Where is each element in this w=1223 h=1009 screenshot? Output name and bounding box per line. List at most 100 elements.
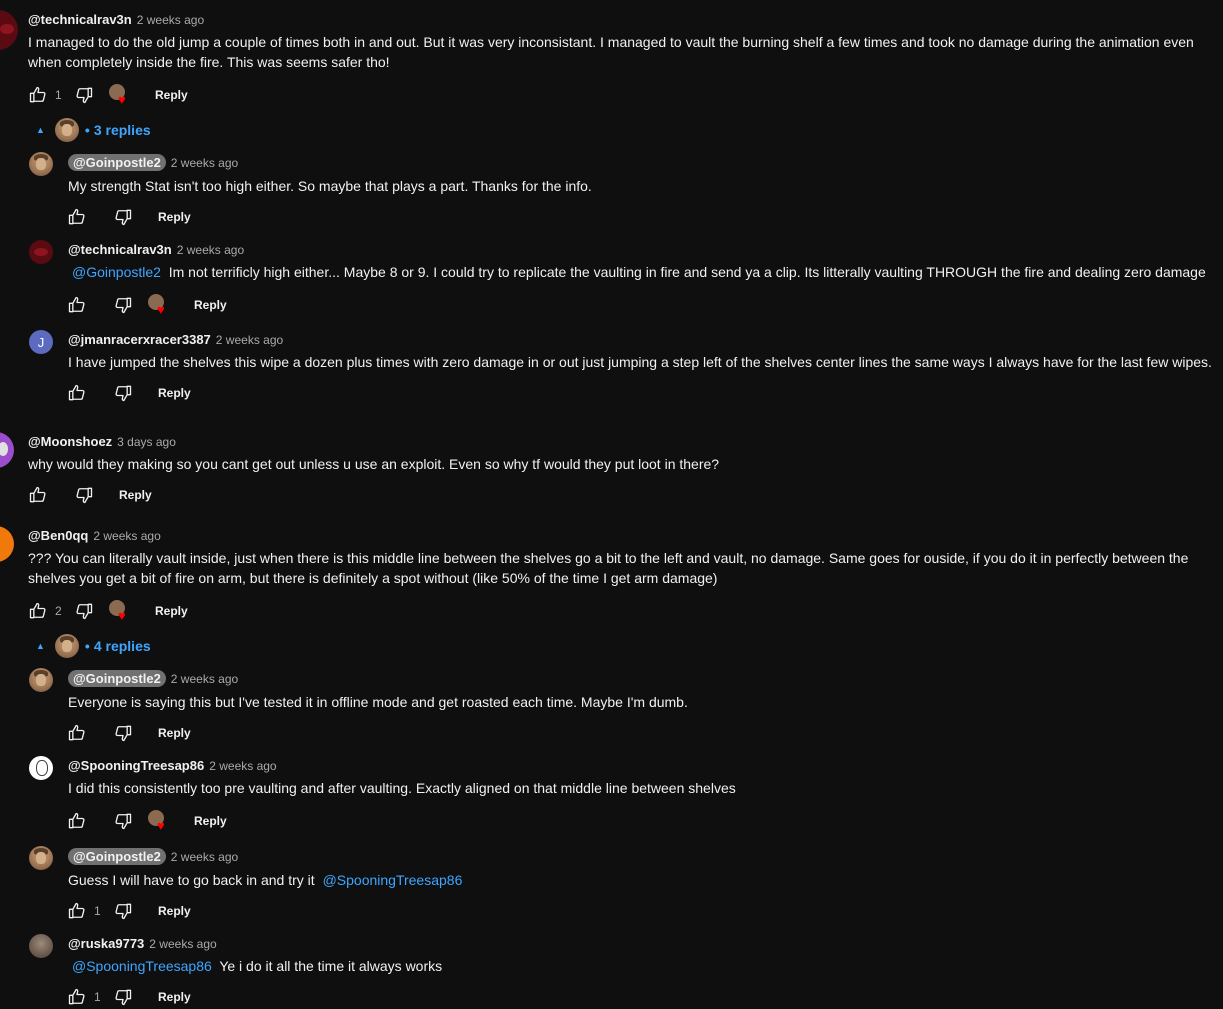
dislike-button[interactable]	[73, 600, 95, 622]
avatar[interactable]	[0, 10, 18, 50]
reply-message: Guess I will have to go back in and try …	[68, 872, 319, 888]
thumb-down-icon	[113, 295, 133, 315]
creator-handle-badge[interactable]: @Goinpostle2	[68, 848, 166, 865]
comment-time[interactable]: 3 days ago	[117, 435, 176, 449]
avatar[interactable]	[29, 756, 53, 780]
comment-author[interactable]: @SpooningTreesap86	[68, 758, 204, 773]
reply-message: Ye i do it all the time it always works	[219, 958, 443, 974]
comment-text: why would they making so you cant get ou…	[28, 456, 720, 472]
thumb-down-icon	[113, 811, 133, 831]
comment-time[interactable]: 2 weeks ago	[171, 672, 238, 686]
comment-time[interactable]: 2 weeks ago	[209, 759, 276, 773]
like-button[interactable]	[27, 84, 49, 106]
reply-text: I have jumped the shelves this wipe a do…	[68, 354, 1212, 370]
thumb-up-icon	[28, 601, 48, 621]
thumb-up-icon	[67, 207, 87, 227]
comment-time[interactable]: 2 weeks ago	[149, 937, 216, 951]
creator-heart-icon: ♥	[109, 600, 131, 622]
dislike-button[interactable]	[112, 722, 134, 744]
like-count: 2	[55, 604, 62, 618]
reply-button[interactable]: Reply	[158, 210, 191, 224]
replies-count: 4 replies	[93, 638, 151, 654]
comment-time[interactable]: 2 weeks ago	[93, 529, 160, 543]
replies-toggle[interactable]: ▲ • 3 replies	[36, 118, 151, 142]
dislike-button[interactable]	[112, 206, 134, 228]
mention-link[interactable]: @SpooningTreesap86	[323, 872, 463, 888]
reply-button[interactable]: Reply	[158, 990, 191, 1004]
avatar[interactable]: J	[29, 330, 53, 354]
comment-author[interactable]: @technicalrav3n	[68, 242, 172, 257]
comment-time[interactable]: 2 weeks ago	[137, 13, 204, 27]
comment-author[interactable]: @technicalrav3n	[28, 12, 132, 27]
comment-author[interactable]: @Ben0qq	[28, 528, 88, 543]
reply-button[interactable]: Reply	[155, 88, 188, 102]
thumb-down-icon	[74, 601, 94, 621]
like-button[interactable]	[66, 810, 88, 832]
comment-text: I managed to do the old jump a couple of…	[28, 34, 1194, 70]
thumb-up-icon	[67, 295, 87, 315]
like-button[interactable]	[66, 986, 88, 1008]
reply-text: @Goinpostle2 Im not terrificly high eith…	[68, 262, 1206, 282]
like-button[interactable]	[66, 722, 88, 744]
reply-button[interactable]: Reply	[194, 298, 227, 312]
reply-button[interactable]: Reply	[158, 726, 191, 740]
like-button[interactable]	[66, 294, 88, 316]
dislike-button[interactable]	[73, 484, 95, 506]
reply-text: My strength Stat isn't too high either. …	[68, 178, 592, 194]
creator-avatar	[54, 634, 79, 658]
like-button[interactable]	[66, 900, 88, 922]
reply-message: Im not terrificly high either... Maybe 8…	[168, 264, 1206, 280]
comment-author[interactable]: @Moonshoez	[28, 434, 112, 449]
avatar[interactable]	[0, 526, 14, 562]
reply-text: @SpooningTreesap86 Ye i do it all the ti…	[68, 956, 442, 976]
thumb-down-icon	[113, 723, 133, 743]
avatar[interactable]	[29, 934, 53, 958]
reply-button[interactable]: Reply	[158, 904, 191, 918]
dislike-button[interactable]	[112, 810, 134, 832]
dislike-button[interactable]	[112, 382, 134, 404]
thumb-up-icon	[67, 723, 87, 743]
reply-button[interactable]: Reply	[119, 488, 152, 502]
thumb-up-icon	[67, 901, 87, 921]
creator-heart-icon: ♥	[148, 810, 170, 832]
thumb-up-icon	[67, 987, 87, 1007]
reply-text: Everyone is saying this but I've tested …	[68, 694, 688, 710]
mention-link[interactable]: @Goinpostle2	[72, 264, 161, 280]
avatar[interactable]	[29, 668, 53, 692]
like-count: 1	[94, 990, 101, 1004]
avatar[interactable]	[29, 846, 53, 870]
mention-link[interactable]: @SpooningTreesap86	[72, 958, 212, 974]
comment-time[interactable]: 2 weeks ago	[171, 156, 238, 170]
avatar[interactable]	[29, 240, 53, 264]
comment-author[interactable]: @ruska9773	[68, 936, 144, 951]
thumb-down-icon	[113, 987, 133, 1007]
reply-button[interactable]: Reply	[194, 814, 227, 828]
like-button[interactable]	[66, 382, 88, 404]
reply-text: Guess I will have to go back in and try …	[68, 870, 462, 890]
comment-time[interactable]: 2 weeks ago	[177, 243, 244, 257]
reply-button[interactable]: Reply	[155, 604, 188, 618]
comment-time[interactable]: 2 weeks ago	[171, 850, 238, 864]
comment-time[interactable]: 2 weeks ago	[216, 333, 283, 347]
creator-heart-icon: ♥	[148, 294, 170, 316]
thumb-up-icon	[67, 383, 87, 403]
thumb-down-icon	[113, 207, 133, 227]
avatar[interactable]	[29, 152, 53, 176]
dislike-button[interactable]	[73, 84, 95, 106]
like-button[interactable]	[27, 600, 49, 622]
creator-handle-badge[interactable]: @Goinpostle2	[68, 154, 166, 171]
like-button[interactable]	[66, 206, 88, 228]
comment-author[interactable]: @jmanracerxracer3387	[68, 332, 211, 347]
thumb-down-icon	[113, 383, 133, 403]
thumb-up-icon	[28, 485, 48, 505]
caret-up-icon: ▲	[36, 641, 45, 651]
thumb-down-icon	[113, 901, 133, 921]
dislike-button[interactable]	[112, 900, 134, 922]
reply-button[interactable]: Reply	[158, 386, 191, 400]
creator-handle-badge[interactable]: @Goinpostle2	[68, 670, 166, 687]
replies-toggle[interactable]: ▲ • 4 replies	[36, 634, 151, 658]
like-button[interactable]	[27, 484, 49, 506]
avatar[interactable]	[0, 432, 14, 468]
dislike-button[interactable]	[112, 294, 134, 316]
dislike-button[interactable]	[112, 986, 134, 1008]
